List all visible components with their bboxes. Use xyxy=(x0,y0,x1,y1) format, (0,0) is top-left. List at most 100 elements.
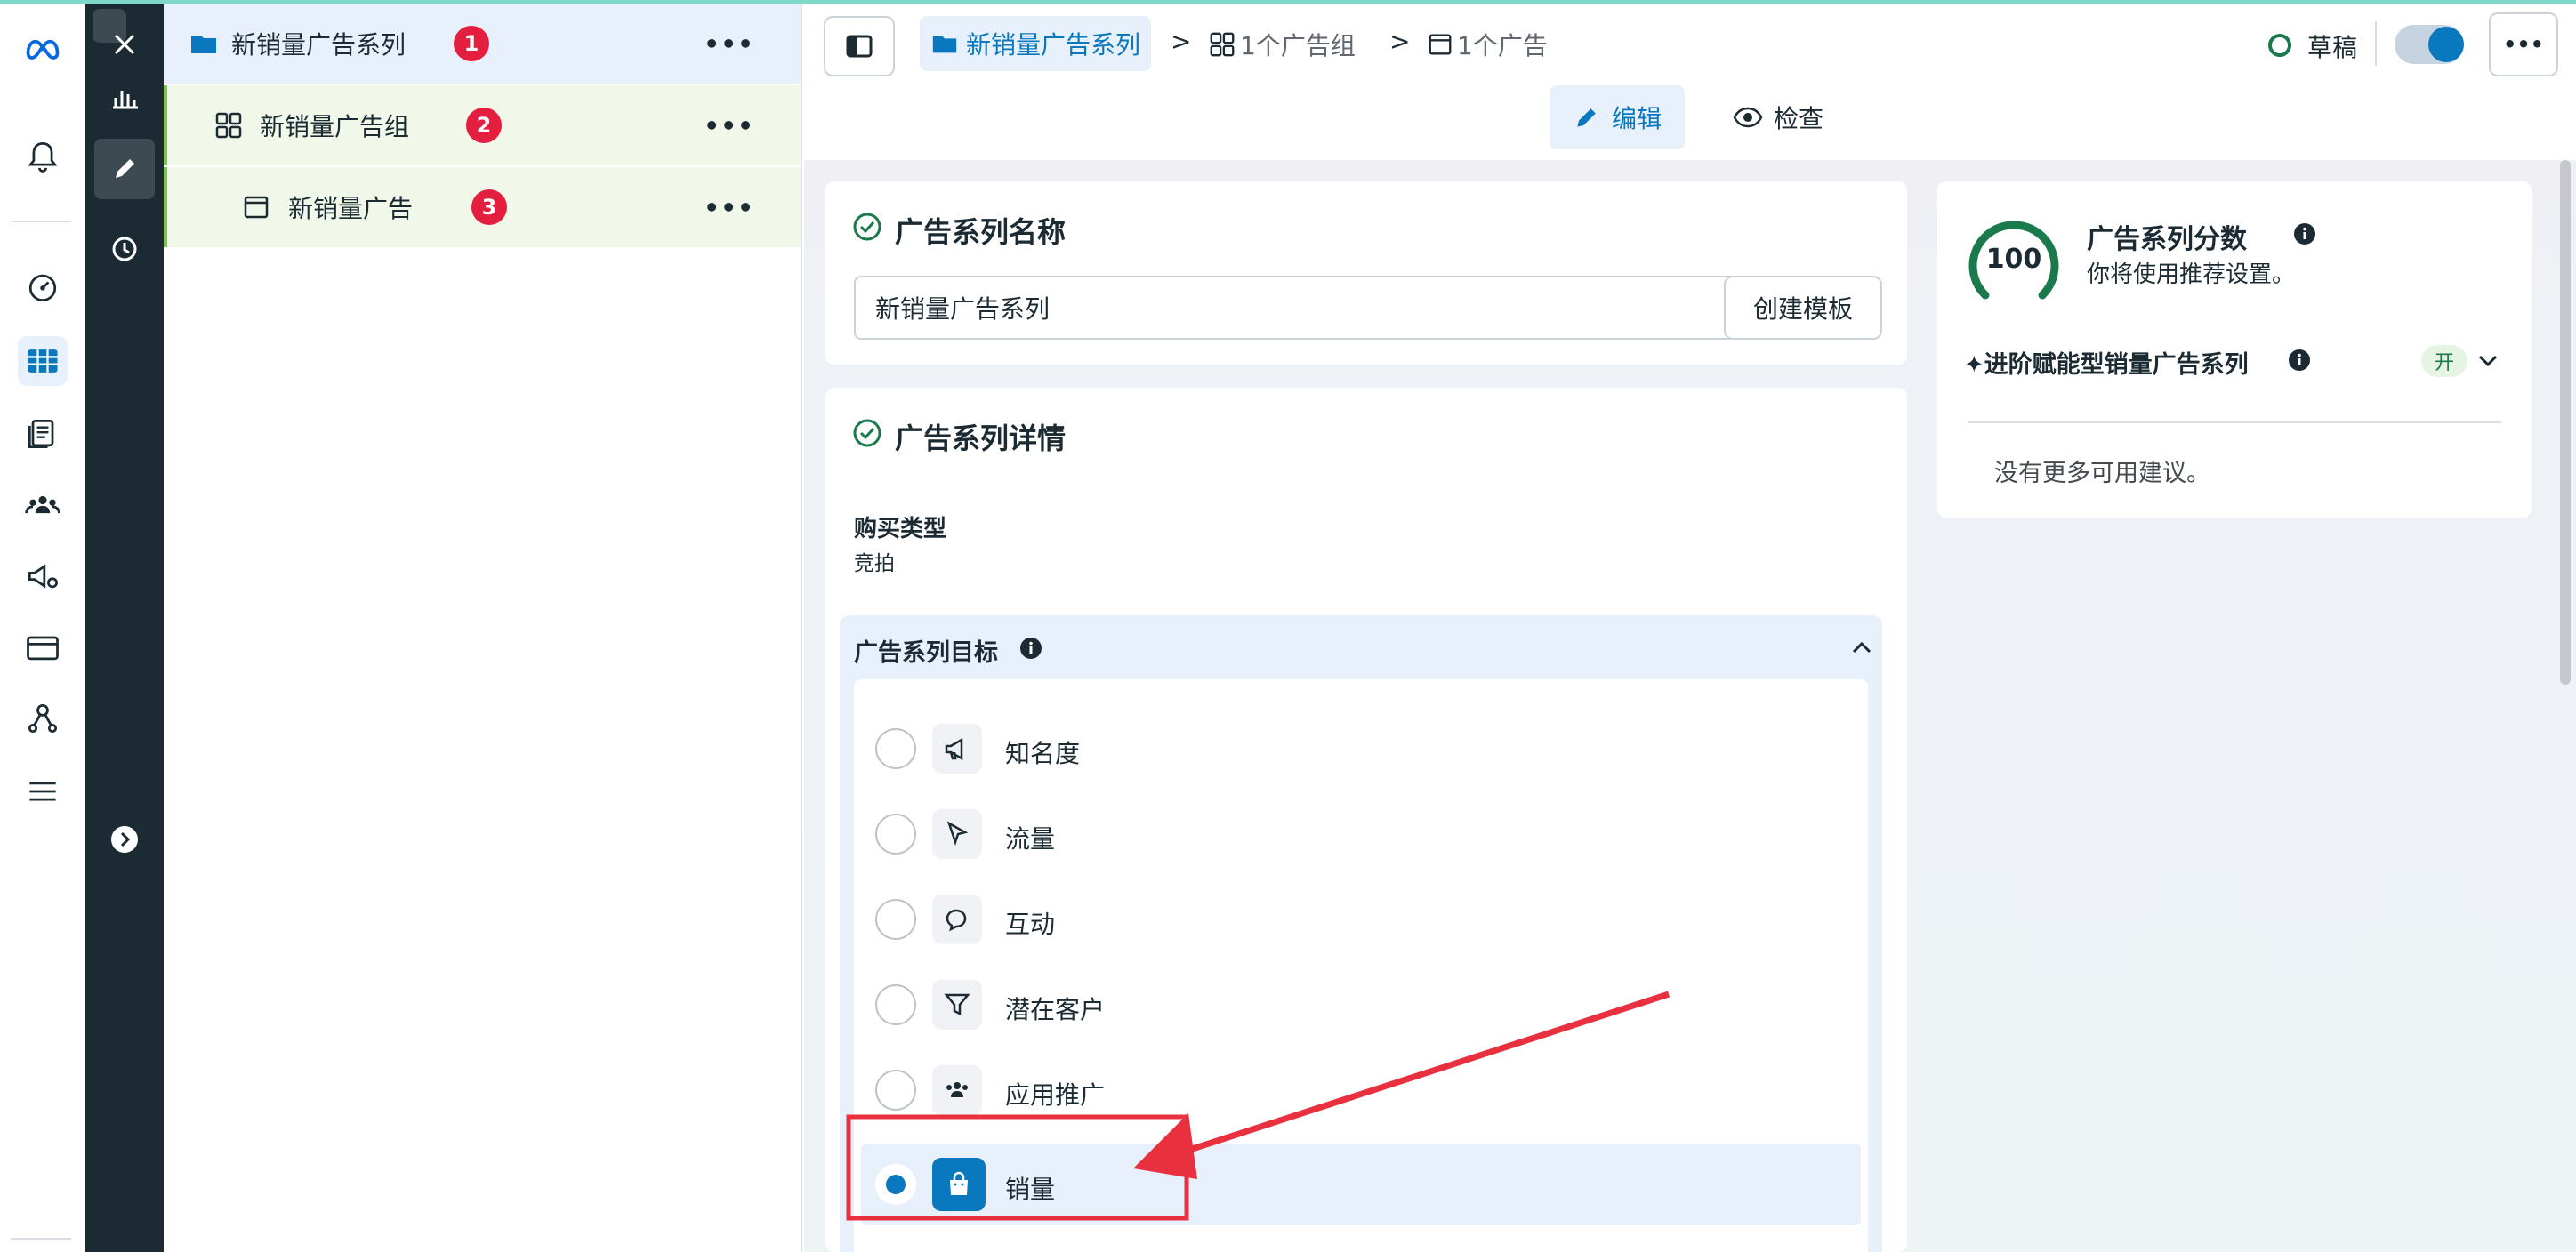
info-icon[interactable] xyxy=(2293,222,2316,245)
chevron-down-icon[interactable] xyxy=(2475,347,2501,373)
breadcrumb-adset[interactable]: 1个广告组 xyxy=(1208,23,1356,66)
objective-label: 知名度 xyxy=(1005,739,1081,768)
chevron-up-icon[interactable] xyxy=(1848,635,1875,662)
create-template-button[interactable]: 创建模板 xyxy=(1724,276,1882,340)
step-badge: 2 xyxy=(466,108,502,143)
objective-label: 互动 xyxy=(1005,910,1056,939)
objective-option[interactable]: 应用推广 xyxy=(854,1056,1868,1124)
objective-label: 流量 xyxy=(1005,824,1056,854)
close-icon[interactable] xyxy=(94,14,155,75)
tree-item-ad[interactable]: 新销量广告 3 ••• xyxy=(164,167,801,247)
draft-status-icon xyxy=(2268,34,2291,57)
objective-option[interactable]: 流量 xyxy=(854,800,1868,868)
tab-edit[interactable]: 编辑 xyxy=(1550,85,1685,149)
objective-section: 广告系列目标 知名度 流量 互动 潜在客户 应用推广 销量 xyxy=(840,615,1882,1252)
menu-icon[interactable] xyxy=(18,766,68,816)
header-divider xyxy=(2375,21,2377,66)
rail-divider xyxy=(11,221,71,222)
folder-icon xyxy=(932,36,957,53)
objective-label: 潜在客户 xyxy=(1005,995,1106,1024)
more-options-button[interactable]: ••• xyxy=(704,193,754,222)
no-suggestions-note: 没有更多可用建议。 xyxy=(1994,460,2210,487)
campaign-details-card: 广告系列详情 购买类型 竞拍 广告系列目标 知名度 流量 互动 潜在客户 应用推… xyxy=(825,388,1907,1252)
buy-type-value: 竞拍 xyxy=(854,552,895,575)
funnel-icon xyxy=(932,980,982,1030)
step-badge: 1 xyxy=(454,26,489,61)
pencil-icon xyxy=(1577,108,1596,127)
campaign-name-input[interactable]: 新销量广告系列 xyxy=(854,276,1747,340)
objective-option-selected[interactable]: 销量 xyxy=(861,1144,1861,1225)
shopping-bag-icon xyxy=(932,1158,986,1211)
grid-icon xyxy=(1210,32,1235,57)
step-badge: 3 xyxy=(471,189,507,225)
clock-icon[interactable] xyxy=(94,219,155,279)
info-icon[interactable] xyxy=(1019,637,1042,660)
megaphone-icon xyxy=(932,724,982,774)
split-view-icon xyxy=(846,35,873,58)
dashboard-icon[interactable] xyxy=(18,261,68,311)
objective-radio[interactable] xyxy=(875,1070,916,1111)
tree-item-adset[interactable]: 新销量广告组 2 ••• xyxy=(164,85,801,165)
tree-item-label: 新销量广告系列 xyxy=(231,30,407,60)
window-icon xyxy=(244,196,269,219)
score-subtitle: 你将使用推荐设置。 xyxy=(2087,261,2296,288)
card-title: 广告系列详情 xyxy=(895,421,1067,455)
pencil-icon[interactable] xyxy=(94,139,155,199)
draft-status-label: 草稿 xyxy=(2307,33,2358,62)
breadcrumb-adset-label: 1个广告组 xyxy=(1240,31,1356,60)
more-options-button[interactable]: ••• xyxy=(704,111,754,140)
objective-radio[interactable] xyxy=(875,814,916,855)
breadcrumb-ad[interactable]: 1个广告 xyxy=(1427,23,1548,66)
objective-title: 广告系列目标 xyxy=(854,639,998,667)
objective-radio[interactable] xyxy=(875,899,916,940)
check-circle-icon xyxy=(853,213,881,241)
global-nav-rail xyxy=(0,4,85,1252)
objective-radio[interactable] xyxy=(875,984,916,1025)
advantage-campaign-label: ✦进阶赋能型销量广告系列 xyxy=(1964,351,2249,379)
objective-radio[interactable] xyxy=(875,728,916,769)
objective-option[interactable]: 互动 xyxy=(854,886,1868,953)
meta-logo-icon[interactable] xyxy=(18,23,68,73)
chevron-right-icon[interactable] xyxy=(94,809,155,870)
header-more-button[interactable]: ••• xyxy=(2489,12,2558,76)
more-options-button[interactable]: ••• xyxy=(704,29,754,59)
advantage-status-badge: 开 xyxy=(2421,345,2467,377)
tree-item-label: 新销量广告 xyxy=(288,194,414,223)
people-icon xyxy=(932,1065,982,1115)
rail-bottom-divider xyxy=(11,1238,71,1240)
tab-review-label: 检查 xyxy=(1773,104,1823,133)
objective-option[interactable]: 潜在客户 xyxy=(854,971,1868,1039)
buy-type-label: 购买类型 xyxy=(854,516,947,542)
breadcrumb-campaign[interactable]: 新销量广告系列 xyxy=(920,16,1152,71)
toggle-panel-button[interactable] xyxy=(824,16,895,76)
radio-dot xyxy=(886,1175,906,1194)
network-icon[interactable] xyxy=(18,694,68,743)
tab-review[interactable]: 检查 xyxy=(1703,85,1854,149)
info-icon[interactable] xyxy=(2288,349,2311,372)
publish-toggle[interactable] xyxy=(2395,25,2464,64)
chat-icon xyxy=(932,895,982,944)
objective-radio-selected[interactable] xyxy=(875,1164,916,1205)
card-icon[interactable] xyxy=(18,622,68,672)
folder-icon xyxy=(191,36,216,53)
bar-chart-icon[interactable] xyxy=(94,68,155,128)
objective-option[interactable]: 知名度 xyxy=(854,715,1868,782)
scrollbar-thumb[interactable] xyxy=(2560,160,2571,685)
documents-icon[interactable] xyxy=(18,409,68,459)
campaign-score-card: 100 广告系列分数 你将使用推荐设置。 ✦进阶赋能型销量广告系列 开 没有更多… xyxy=(1937,181,2532,518)
tree-item-campaign[interactable]: 新销量广告系列 1 ••• xyxy=(164,4,801,84)
score-title: 广告系列分数 xyxy=(2087,224,2247,255)
cursor-icon xyxy=(932,809,982,859)
editor-header: 新销量广告系列 > 1个广告组 > 1个广告 草稿 ••• 编辑 检查 xyxy=(804,4,2576,160)
check-circle-icon xyxy=(853,419,881,447)
breadcrumb-separator: > xyxy=(1171,27,1192,56)
window-icon xyxy=(1429,34,1452,55)
grid-icon xyxy=(215,112,242,139)
objective-label: 销量 xyxy=(1005,1175,1056,1204)
megaphone-gear-icon[interactable] xyxy=(18,551,68,601)
audience-icon[interactable] xyxy=(18,480,68,530)
table-icon[interactable] xyxy=(18,336,68,386)
bell-icon[interactable] xyxy=(18,132,68,181)
tab-edit-label: 编辑 xyxy=(1611,104,1662,133)
editor-toolbar xyxy=(85,4,164,1252)
